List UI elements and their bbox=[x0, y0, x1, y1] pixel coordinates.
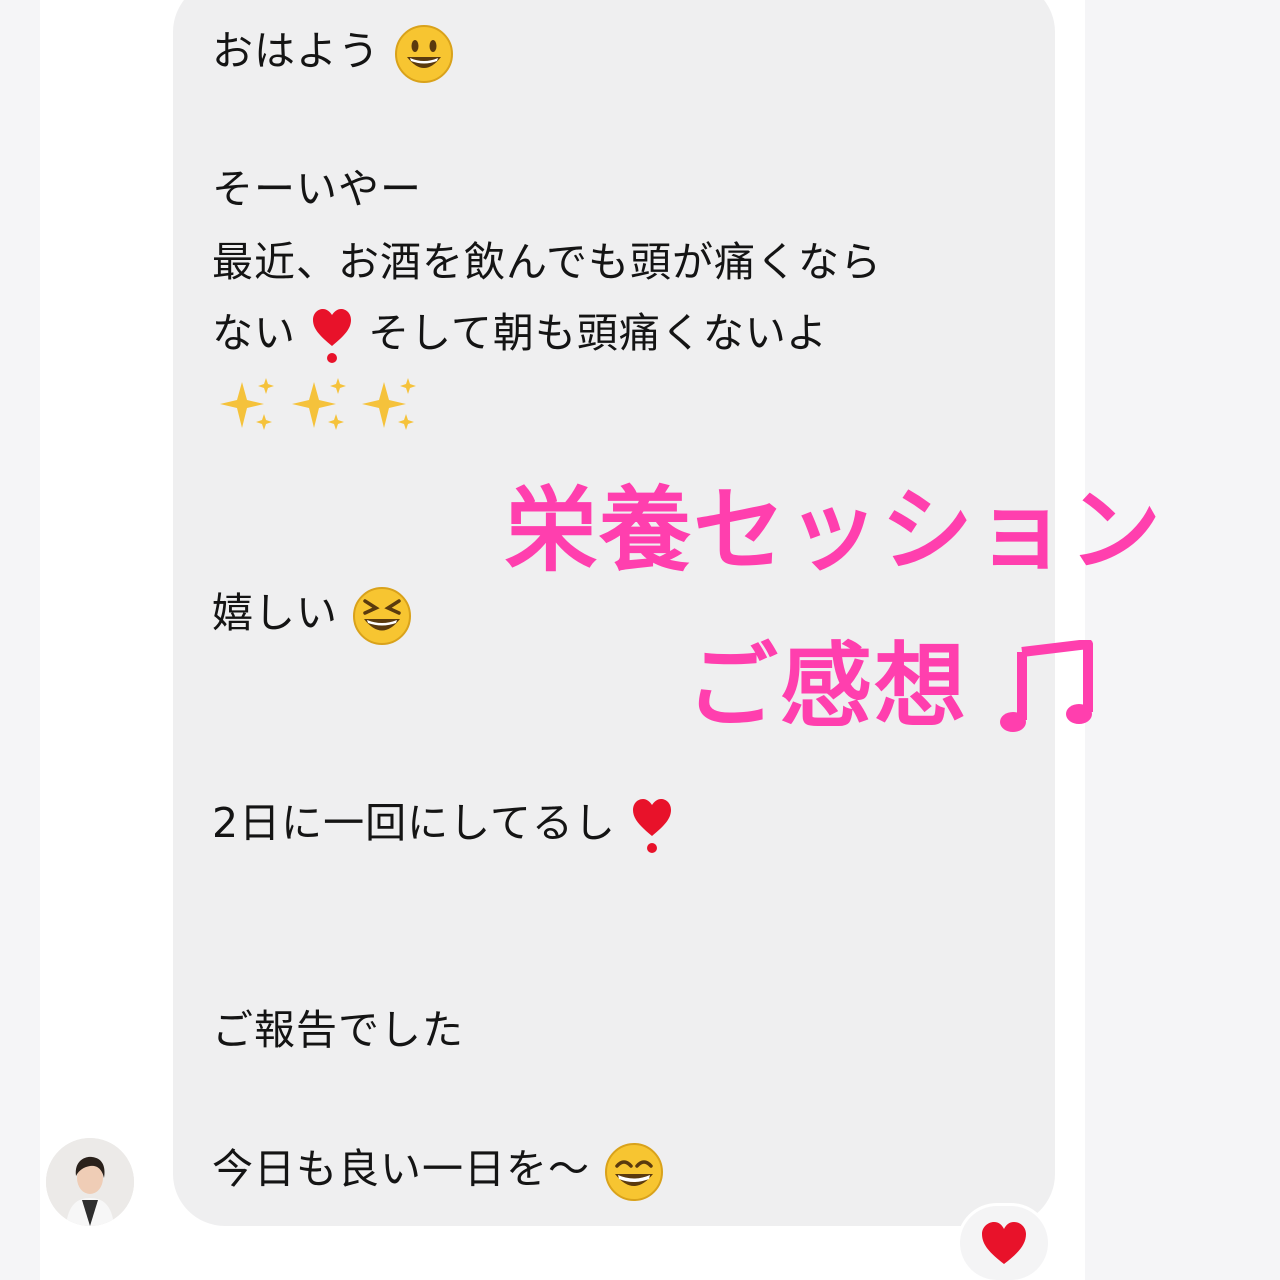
message-line-2: そーいやー bbox=[212, 165, 422, 213]
message-line-6: 2日に一回にしてるし bbox=[212, 796, 674, 856]
avatar[interactable] bbox=[46, 1138, 134, 1226]
smiley-icon bbox=[395, 25, 454, 83]
person-photo-icon bbox=[46, 1138, 134, 1226]
message-line-8: 今日も良い一日を〜 bbox=[212, 1142, 664, 1202]
right-margin bbox=[1085, 0, 1280, 1280]
message-line-1: おはよう bbox=[212, 24, 454, 84]
sparkles-icon bbox=[220, 378, 416, 430]
heart-icon bbox=[982, 1222, 1026, 1264]
message-line-3: 最近、お酒を飲んでも頭が痛くなら bbox=[212, 238, 882, 286]
sparkles-row bbox=[214, 374, 424, 434]
left-margin bbox=[0, 0, 40, 1280]
message-line-7: ご報告でした bbox=[212, 1006, 464, 1054]
exclamation-heart-icon bbox=[632, 799, 671, 853]
reaction-badge[interactable] bbox=[960, 1206, 1048, 1280]
exclamation-heart-icon bbox=[313, 309, 352, 363]
music-note-icon bbox=[1000, 640, 1093, 732]
message-line-4: ない そして朝も頭痛くないよ bbox=[212, 306, 828, 366]
overlay-title-line-1: 栄養セッション bbox=[505, 477, 1164, 584]
overlay-title-line-2: ご感想 bbox=[686, 633, 969, 740]
laughing-face-icon bbox=[353, 587, 412, 645]
message-line-5: 嬉しい bbox=[212, 586, 412, 646]
grinning-face-icon bbox=[605, 1143, 664, 1201]
